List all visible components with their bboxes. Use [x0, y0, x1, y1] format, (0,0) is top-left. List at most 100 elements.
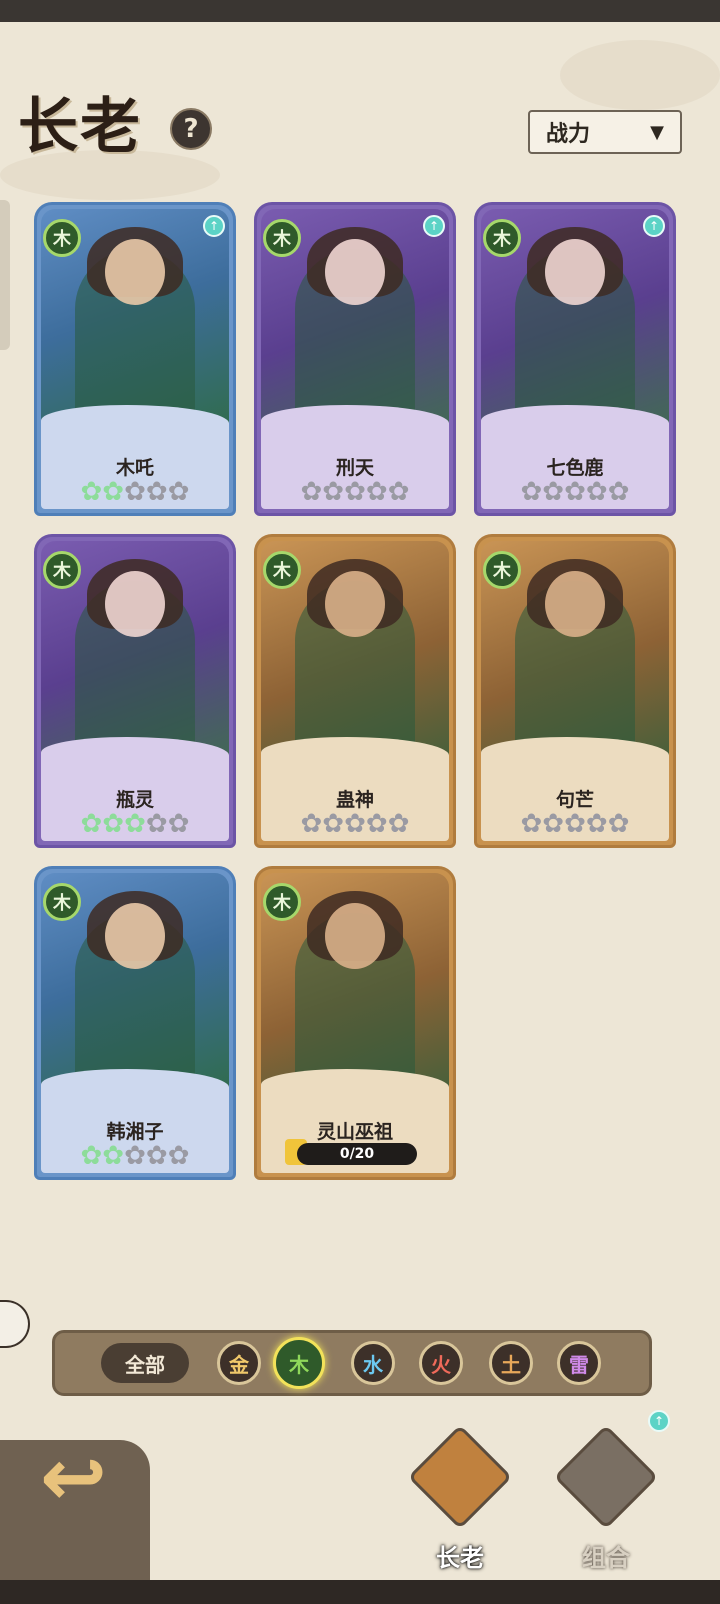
- nav-combo-label: 组合: [582, 1544, 630, 1572]
- star-rating: ✿✿✿✿✿: [37, 809, 233, 839]
- star-icon: ✿: [344, 809, 366, 839]
- star-icon: ✿: [145, 809, 168, 839]
- upgrade-arrow-icon: ↑: [643, 215, 665, 237]
- star-rating: ✿✿✿✿✿: [257, 477, 453, 507]
- chat-bubble-icon[interactable]: [0, 1300, 30, 1348]
- hero-card[interactable]: 木瓶灵 ✿✿✿✿✿: [34, 534, 236, 848]
- hero-card[interactable]: 木句芒 ✿✿✿✿✿: [474, 534, 676, 848]
- card-wave: [481, 737, 669, 771]
- hero-head: [545, 571, 605, 637]
- hero-card[interactable]: 木 ↑ 刑天 ✿✿✿✿✿: [254, 202, 456, 516]
- star-rating: ✿✿✿✿✿: [257, 809, 453, 839]
- filter-element-button[interactable]: 火: [419, 1341, 463, 1385]
- filter-element-button[interactable]: 雷: [557, 1341, 601, 1385]
- wood-element-icon: 木: [483, 551, 521, 589]
- hero-name: 句芒: [555, 789, 594, 811]
- hero-name: 木吒: [115, 457, 154, 479]
- combo-tab-icon: [553, 1424, 659, 1530]
- star-icon: ✿: [542, 477, 565, 507]
- filter-element-button[interactable]: 金: [217, 1341, 261, 1385]
- hero-head: [545, 239, 605, 305]
- filter-all-button[interactable]: 全部: [101, 1343, 189, 1383]
- star-icon: ✿: [300, 477, 323, 507]
- wood-element-icon: 木: [483, 219, 521, 257]
- card-wave: [261, 737, 449, 771]
- nav-elder-tab[interactable]: 长老: [407, 1424, 513, 1573]
- star-icon: ✿: [387, 477, 410, 507]
- star-icon: ✿: [322, 477, 345, 507]
- card-wave: [481, 405, 669, 439]
- star-icon: ✿: [607, 809, 630, 839]
- filter-element-button[interactable]: 土: [489, 1341, 533, 1385]
- star-icon: ✿: [124, 1141, 146, 1171]
- wood-element-icon: 木: [43, 883, 81, 921]
- hero-card[interactable]: 木灵山巫祖 0/20: [254, 866, 456, 1180]
- page-title: 长老: [18, 92, 142, 162]
- hero-head: [105, 239, 165, 305]
- star-rating: ✿✿✿✿✿: [477, 809, 673, 839]
- wood-element-icon: 木: [263, 551, 301, 589]
- hero-name: 刑天: [335, 457, 374, 479]
- star-icon: ✿: [102, 809, 125, 839]
- star-icon: ✿: [365, 809, 388, 839]
- star-icon: ✿: [80, 1141, 103, 1171]
- star-icon: ✿: [167, 1141, 190, 1171]
- side-tab-handle[interactable]: [0, 200, 10, 350]
- help-icon[interactable]: ?: [170, 108, 212, 150]
- upgrade-arrow-icon: ↑: [423, 215, 445, 237]
- bg-cloud: [560, 40, 720, 110]
- star-icon: ✿: [102, 477, 125, 507]
- hero-name: 瓶灵: [115, 789, 154, 811]
- star-icon: ✿: [387, 809, 410, 839]
- sort-dropdown[interactable]: 战力 ▼: [528, 110, 682, 154]
- nav-combo-tab[interactable]: 组合: [553, 1424, 659, 1573]
- star-icon: ✿: [80, 809, 103, 839]
- sort-label: 战力: [546, 122, 591, 147]
- hero-card[interactable]: 木 ↑ 七色鹿 ✿✿✿✿✿: [474, 202, 676, 516]
- card-wave: [41, 737, 229, 771]
- wood-element-icon: 木: [263, 883, 301, 921]
- card-wave: [261, 405, 449, 439]
- hero-head: [105, 571, 165, 637]
- star-icon: ✿: [102, 1141, 125, 1171]
- card-wave: [41, 405, 229, 439]
- star-icon: ✿: [80, 477, 103, 507]
- star-icon: ✿: [564, 477, 586, 507]
- element-filter-bar: 全部 金木水火土雷: [52, 1330, 652, 1396]
- wood-element-icon: 木: [43, 551, 81, 589]
- upgrade-arrow-icon: ↑: [203, 215, 225, 237]
- bottom-strip: [0, 1580, 720, 1604]
- chevron-down-icon: ▼: [650, 121, 664, 143]
- hero-card[interactable]: 木蛊神 ✿✿✿✿✿: [254, 534, 456, 848]
- star-icon: ✿: [365, 477, 388, 507]
- star-icon: ✿: [300, 809, 323, 839]
- hero-card[interactable]: 木韩湘子 ✿✿✿✿✿: [34, 866, 236, 1180]
- star-rating: ✿✿✿✿✿: [477, 477, 673, 507]
- hero-head: [325, 571, 385, 637]
- star-icon: ✿: [607, 477, 630, 507]
- elder-tab-icon: [407, 1424, 513, 1530]
- back-arrow-icon[interactable]: ↩: [40, 1438, 130, 1518]
- star-icon: ✿: [520, 477, 543, 507]
- card-wave: [41, 1069, 229, 1103]
- filter-element-button[interactable]: 水: [351, 1341, 395, 1385]
- star-icon: ✿: [542, 809, 565, 839]
- wood-element-icon: 木: [263, 219, 301, 257]
- star-icon: ✿: [145, 477, 168, 507]
- hero-head: [325, 903, 385, 969]
- upgrade-badge-icon: ↑: [648, 1410, 670, 1432]
- star-icon: ✿: [167, 477, 190, 507]
- star-icon: ✿: [322, 809, 345, 839]
- star-icon: ✿: [585, 809, 608, 839]
- hero-head: [325, 239, 385, 305]
- star-icon: ✿: [585, 477, 608, 507]
- filter-element-button[interactable]: 木: [273, 1337, 325, 1389]
- hero-name: 七色鹿: [546, 457, 604, 479]
- hero-card[interactable]: 木 ↑ 木吒 ✿✿✿✿✿: [34, 202, 236, 516]
- wood-element-icon: 木: [43, 219, 81, 257]
- star-icon: ✿: [167, 809, 190, 839]
- hero-name: 蛊神: [335, 789, 374, 811]
- hero-name: 韩湘子: [106, 1121, 164, 1143]
- star-icon: ✿: [564, 809, 586, 839]
- nav-elder-label: 长老: [436, 1544, 484, 1572]
